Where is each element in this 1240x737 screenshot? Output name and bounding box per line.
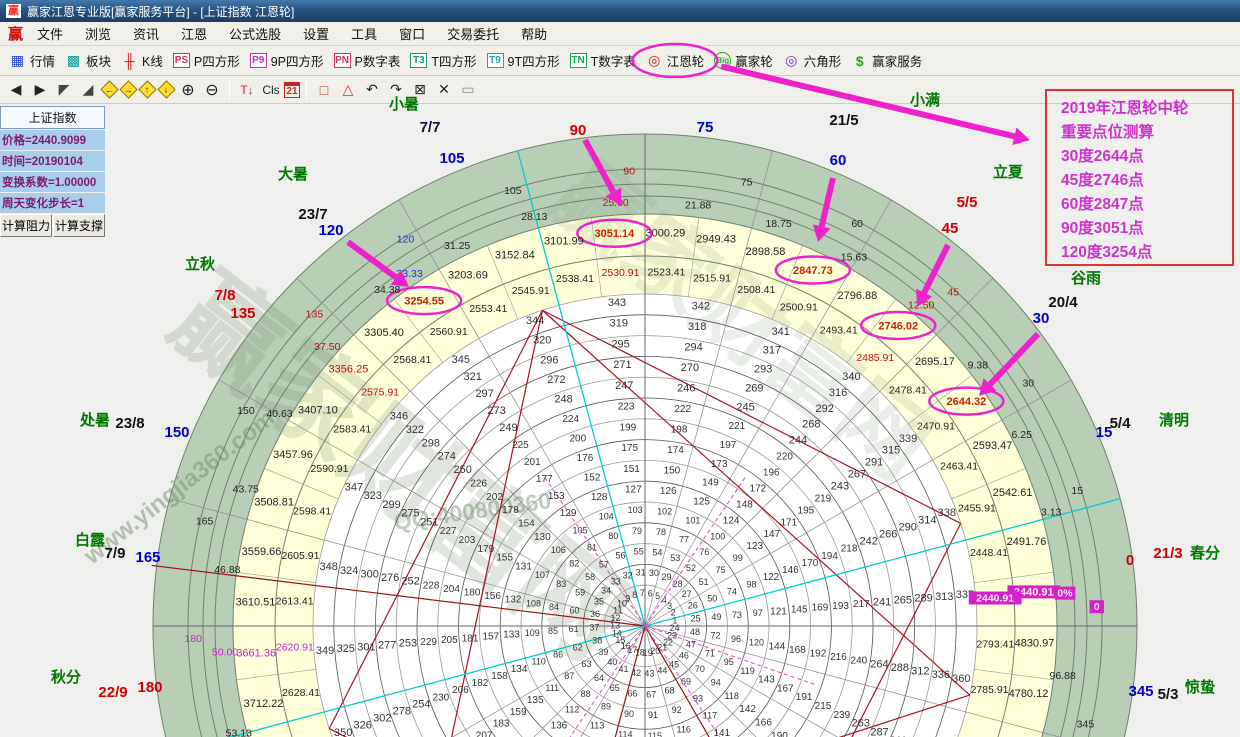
pan-right-icon-glyph: →	[124, 85, 133, 95]
menu-item-8[interactable]: 窗口	[399, 24, 425, 43]
candlestick-icon: ╫	[121, 53, 138, 68]
t3-badge-icon: T3	[410, 53, 427, 68]
zoom-out-icon[interactable]: ⊖	[201, 80, 223, 100]
t-table-button[interactable]: TN T数字表	[565, 49, 641, 72]
t-table-button-label: T数字表	[591, 51, 636, 70]
dollar-icon: $	[851, 53, 868, 68]
calc-resistance-button[interactable]: 计算阻力	[0, 214, 52, 237]
crosshair-icon[interactable]: ✕	[433, 80, 455, 100]
winner-service-button-label: 赢家服务	[872, 51, 922, 70]
hexagon-icon: ◎	[783, 53, 800, 68]
index-name: 上证指数	[0, 106, 105, 129]
big-wheel-icon: Big	[714, 52, 731, 69]
kline-button-label: K线	[142, 51, 163, 70]
window-title: 赢家江恩专业版[赢家服务平台] - [上证指数 江恩轮]	[27, 3, 294, 20]
menu-logo-icon: 赢	[8, 23, 23, 44]
menu-item-10[interactable]: 帮助	[521, 24, 547, 43]
quotes-button[interactable]: ▦ 行情	[4, 49, 60, 72]
pan-down-icon-glyph: ↓	[164, 85, 169, 95]
rotate-ccw-icon[interactable]: ↶	[361, 80, 383, 100]
blocks-icon: ▩	[65, 53, 82, 68]
menu-item-4[interactable]: 江恩	[181, 24, 207, 43]
sectors-button-label: 板块	[86, 51, 111, 70]
menu-item-2[interactable]: 浏览	[85, 24, 111, 43]
hexagon-button[interactable]: ◎ 六角形	[778, 49, 847, 72]
menu-item-7[interactable]: 工具	[351, 24, 377, 43]
tn-badge-icon: TN	[570, 53, 587, 68]
app-logo-icon: 赢	[6, 4, 21, 18]
winner-service-button[interactable]: $ 赢家服务	[846, 49, 927, 72]
t9-badge-icon: T9	[487, 53, 504, 68]
ps-badge-icon: PS	[173, 53, 190, 68]
annotation-line-7: 120度3254点	[1061, 241, 1232, 265]
vertical-line-icon[interactable]: T↓	[236, 80, 258, 100]
rotate-left-icon[interactable]: ◤	[53, 80, 75, 100]
toolbar-separator	[306, 80, 307, 100]
gann-wheel-button-label: 江恩轮	[667, 51, 705, 70]
pan-right-icon[interactable]: →	[119, 80, 137, 98]
menu-bar: 赢 文件 浏览 资讯 江恩 公式选股 设置 工具 窗口 交易委托 帮助	[0, 22, 1240, 46]
p9-badge-icon: P9	[250, 53, 267, 68]
menu-item-3[interactable]: 资讯	[133, 24, 159, 43]
prev-icon[interactable]: ◀	[5, 80, 27, 100]
annotation-line-2: 重要点位测算	[1061, 121, 1232, 145]
9p-square-button[interactable]: P9 9P四方形	[245, 49, 329, 72]
pan-left-icon-glyph: ←	[105, 85, 114, 95]
cls-button[interactable]: Cls	[260, 80, 282, 100]
p-table-button[interactable]: PN P数字表	[329, 49, 406, 72]
pan-up-icon[interactable]: ↑	[138, 80, 156, 98]
pan-down-icon[interactable]: ↓	[157, 80, 175, 98]
t-square-button[interactable]: T3 T四方形	[405, 49, 481, 72]
menu-item-9[interactable]: 交易委托	[447, 24, 499, 43]
time-row: 时间=20190104	[0, 151, 105, 171]
price-row: 价格=2440.9099	[0, 130, 105, 150]
calendar-icon[interactable]: 21	[284, 82, 300, 98]
annotation-line-4: 45度2746点	[1061, 169, 1232, 193]
triangle-tool-icon[interactable]: △	[337, 80, 359, 100]
rect-tool-icon[interactable]: □	[313, 80, 335, 100]
toolbar-separator	[229, 80, 230, 100]
screen-icon[interactable]: ▭	[457, 80, 479, 100]
main-toolbar: ▦ 行情 ▩ 板块 ╫ K线 PS P四方形 P9 9P四方形 PN P数字表 T3 T四方形 T9 9T四方…	[0, 46, 1240, 76]
p-square-button[interactable]: PS P四方形	[168, 49, 245, 72]
rotate-right-icon[interactable]: ◢	[77, 80, 99, 100]
calc-support-button[interactable]: 计算支撑	[53, 214, 105, 237]
gann-wheel-button[interactable]: ◎ 江恩轮	[641, 49, 710, 72]
gann-wheel-icon: ◎	[646, 53, 663, 68]
9t-square-button[interactable]: T9 9T四方形	[482, 49, 565, 72]
t-square-button-label: T四方形	[431, 51, 476, 70]
hexagon-button-label: 六角形	[804, 51, 842, 70]
delete-box-icon[interactable]: ⊠	[409, 80, 431, 100]
p-table-button-label: P数字表	[355, 51, 401, 70]
menu-item-6[interactable]: 设置	[303, 24, 329, 43]
title-bar: 赢 赢家江恩专业版[赢家服务平台] - [上证指数 江恩轮]	[0, 0, 1240, 22]
coefficient-row: 变换系数=1.00000	[0, 172, 105, 192]
sectors-button[interactable]: ▩ 板块	[60, 49, 116, 72]
step-row: 周天变化步长=1	[0, 193, 105, 213]
pan-left-icon[interactable]: ←	[100, 80, 118, 98]
annotation-box: 2019年江恩轮中轮重要点位测算30度2644点45度2746点60度2847点…	[1045, 89, 1234, 266]
menu-item-1[interactable]: 文件	[37, 24, 63, 43]
9p-square-button-label: 9P四方形	[271, 51, 324, 70]
pn-badge-icon: PN	[334, 53, 351, 68]
zoom-in-icon[interactable]: ⊕	[177, 80, 199, 100]
winner-wheel-button-label: 赢家轮	[735, 51, 773, 70]
annotation-line-3: 30度2644点	[1061, 145, 1232, 169]
annotation-line-5: 60度2847点	[1061, 193, 1232, 217]
next-icon[interactable]: ▶	[29, 80, 51, 100]
quote-grid-icon: ▦	[9, 53, 26, 68]
9t-square-button-label: 9T四方形	[508, 51, 560, 70]
index-panel: 上证指数 价格=2440.9099时间=20190104变换系数=1.00000…	[0, 106, 105, 237]
annotation-line-6: 90度3051点	[1061, 217, 1232, 241]
kline-button[interactable]: ╫ K线	[116, 49, 168, 72]
menu-item-5[interactable]: 公式选股	[229, 24, 281, 43]
quotes-button-label: 行情	[30, 51, 55, 70]
p-square-button-label: P四方形	[194, 51, 240, 70]
rotate-cw-icon[interactable]: ↷	[385, 80, 407, 100]
pan-up-icon-glyph: ↑	[145, 85, 150, 95]
annotation-line-1: 2019年江恩轮中轮	[1061, 97, 1232, 121]
winner-wheel-button[interactable]: Big赢家轮	[709, 49, 778, 72]
